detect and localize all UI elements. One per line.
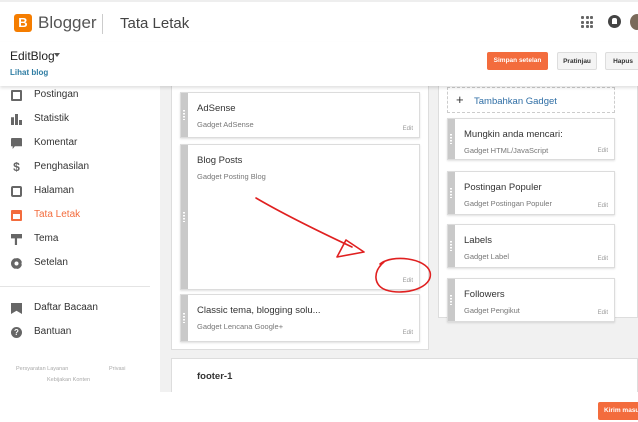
drag-handle[interactable]: [181, 93, 188, 137]
gadget-labels[interactable]: Labels Gadget Label Edit: [447, 224, 615, 268]
plus-icon: +: [456, 92, 464, 107]
divider: [102, 14, 103, 34]
sidebar-item-earnings[interactable]: $ Penghasilan: [0, 158, 150, 178]
drag-handle[interactable]: [448, 119, 455, 159]
drag-handle[interactable]: [181, 295, 188, 341]
gadget-html-javascript[interactable]: Mungkin anda mencari: Gadget HTML/JavaSc…: [447, 118, 615, 160]
bottom-area: [0, 392, 638, 422]
layout-icon: [11, 210, 22, 221]
blogger-layout-page: B Blogger Tata Letak EditBlog Lihat blog…: [0, 0, 638, 422]
page-title: Tata Letak: [120, 15, 190, 32]
drag-handle[interactable]: [448, 172, 455, 214]
divider: [0, 286, 150, 287]
theme-icon: [11, 234, 22, 245]
add-gadget-label: Tambahkan Gadget: [474, 96, 557, 107]
sidebar-item-layout[interactable]: Tata Letak: [0, 206, 150, 226]
terms-link[interactable]: Persyaratan Layanan: [16, 366, 68, 372]
blogger-logo-icon[interactable]: B: [14, 14, 32, 32]
posts-icon: [11, 90, 22, 101]
view-blog-link[interactable]: Lihat blog: [10, 68, 48, 77]
stats-icon: [11, 114, 22, 125]
help-icon: ?: [11, 327, 22, 338]
sidebar-item-label: Halaman: [34, 185, 75, 196]
sidebar-item-settings[interactable]: Setelan: [0, 254, 150, 274]
sidebar-item-label: Daftar Bacaan: [34, 302, 98, 313]
privacy-link[interactable]: Privasi: [109, 366, 126, 372]
gadget-title: Mungkin anda mencari:: [464, 129, 563, 140]
gadget-type: Gadget Posting Blog: [197, 172, 266, 181]
sidebar-item-reading-list[interactable]: Daftar Bacaan: [0, 299, 150, 319]
edit-link[interactable]: Edit: [598, 148, 608, 154]
edit-link[interactable]: Edit: [403, 126, 413, 132]
gadget-type: Gadget Label: [464, 252, 510, 261]
avatar[interactable]: [630, 14, 638, 30]
chevron-down-icon[interactable]: [54, 53, 60, 57]
layout-editor: AdSense Gadget AdSense Edit Blog Posts G…: [160, 86, 638, 392]
gadget-title: Labels: [464, 235, 492, 246]
blog-header: EditBlog Lihat blog Simpan setelan Prati…: [0, 42, 638, 86]
gadget-type: Gadget Postingan Populer: [464, 199, 552, 208]
gadget-type: Gadget HTML/JavaScript: [464, 146, 549, 155]
gadget-title: AdSense: [197, 103, 236, 114]
edit-link[interactable]: Edit: [598, 310, 608, 316]
sidebar-item-pages[interactable]: Halaman: [0, 182, 150, 202]
sidebar-item-label: Penghasilan: [34, 161, 90, 172]
brand-name[interactable]: Blogger: [38, 13, 97, 33]
sidebar-item-comments[interactable]: Komentar: [0, 134, 150, 154]
sidebar-item-label: Setelan: [34, 257, 68, 268]
edit-link[interactable]: Edit: [598, 256, 608, 262]
gadget-type: Gadget Lencana Google+: [197, 322, 284, 331]
apps-grid-icon[interactable]: [581, 16, 593, 28]
gadget-google-plus-badge[interactable]: Classic tema, blogging solu... Gadget Le…: [180, 294, 420, 342]
earnings-icon: $: [13, 160, 20, 174]
edit-link[interactable]: Edit: [403, 278, 413, 284]
gadget-type: Gadget Pengikut: [464, 306, 520, 315]
gadget-title: Followers: [464, 289, 505, 300]
drag-handle[interactable]: [448, 279, 455, 321]
edit-link[interactable]: Edit: [403, 330, 413, 336]
content-policy-link[interactable]: Kebijakan Konten: [47, 377, 90, 383]
gadget-popular-posts[interactable]: Postingan Populer Gadget Postingan Popul…: [447, 171, 615, 215]
gadget-followers[interactable]: Followers Gadget Pengikut Edit: [447, 278, 615, 322]
gadget-title: Postingan Populer: [464, 182, 542, 193]
send-feedback-button[interactable]: Kirim masukan: [598, 402, 638, 420]
drag-handle[interactable]: [181, 145, 188, 289]
gadget-adsense[interactable]: AdSense Gadget AdSense Edit: [180, 92, 420, 138]
blog-selector[interactable]: EditBlog: [10, 49, 55, 63]
drag-handle[interactable]: [448, 225, 455, 267]
settings-icon: [11, 258, 22, 269]
sidebar-item-label: Komentar: [34, 137, 78, 148]
sidebar-item-label: Statistik: [34, 113, 70, 124]
gadget-type: Gadget AdSense: [197, 120, 254, 129]
sidebar-item-label: Bantuan: [34, 326, 72, 337]
gadget-title: Blog Posts: [197, 155, 243, 166]
comments-icon: [11, 138, 22, 149]
reading-list-icon: [11, 303, 22, 314]
sidebar-item-theme[interactable]: Tema: [0, 230, 150, 250]
sidebar-item-help[interactable]: ? Bantuan: [0, 323, 150, 343]
gadget-blog-posts[interactable]: Blog Posts Gadget Posting Blog Edit: [180, 144, 420, 290]
sidebar-item-posts[interactable]: Postingan: [0, 86, 150, 106]
top-bar: B Blogger Tata Letak: [0, 0, 638, 42]
sidebar-item-label: Tema: [34, 233, 59, 244]
pages-icon: [11, 186, 22, 197]
gadget-title: Classic tema, blogging solu...: [197, 305, 321, 316]
preview-button[interactable]: Pratinjau: [557, 52, 597, 70]
sidebar-item-label: Postingan: [34, 89, 79, 100]
save-settings-button[interactable]: Simpan setelan: [487, 52, 548, 70]
sidebar-nav: Postingan Statistik Komentar $ Penghasil…: [0, 86, 160, 386]
notifications-icon[interactable]: [608, 15, 621, 28]
edit-link[interactable]: Edit: [598, 203, 608, 209]
footer-section: footer-1: [171, 358, 638, 392]
sidebar-item-label: Tata Letak: [34, 209, 81, 220]
footer-section-title: footer-1: [197, 371, 233, 382]
add-gadget-button[interactable]: + Tambahkan Gadget: [447, 87, 615, 113]
sidebar-item-stats[interactable]: Statistik: [0, 110, 150, 130]
delete-button[interactable]: Hapus: [605, 52, 638, 70]
